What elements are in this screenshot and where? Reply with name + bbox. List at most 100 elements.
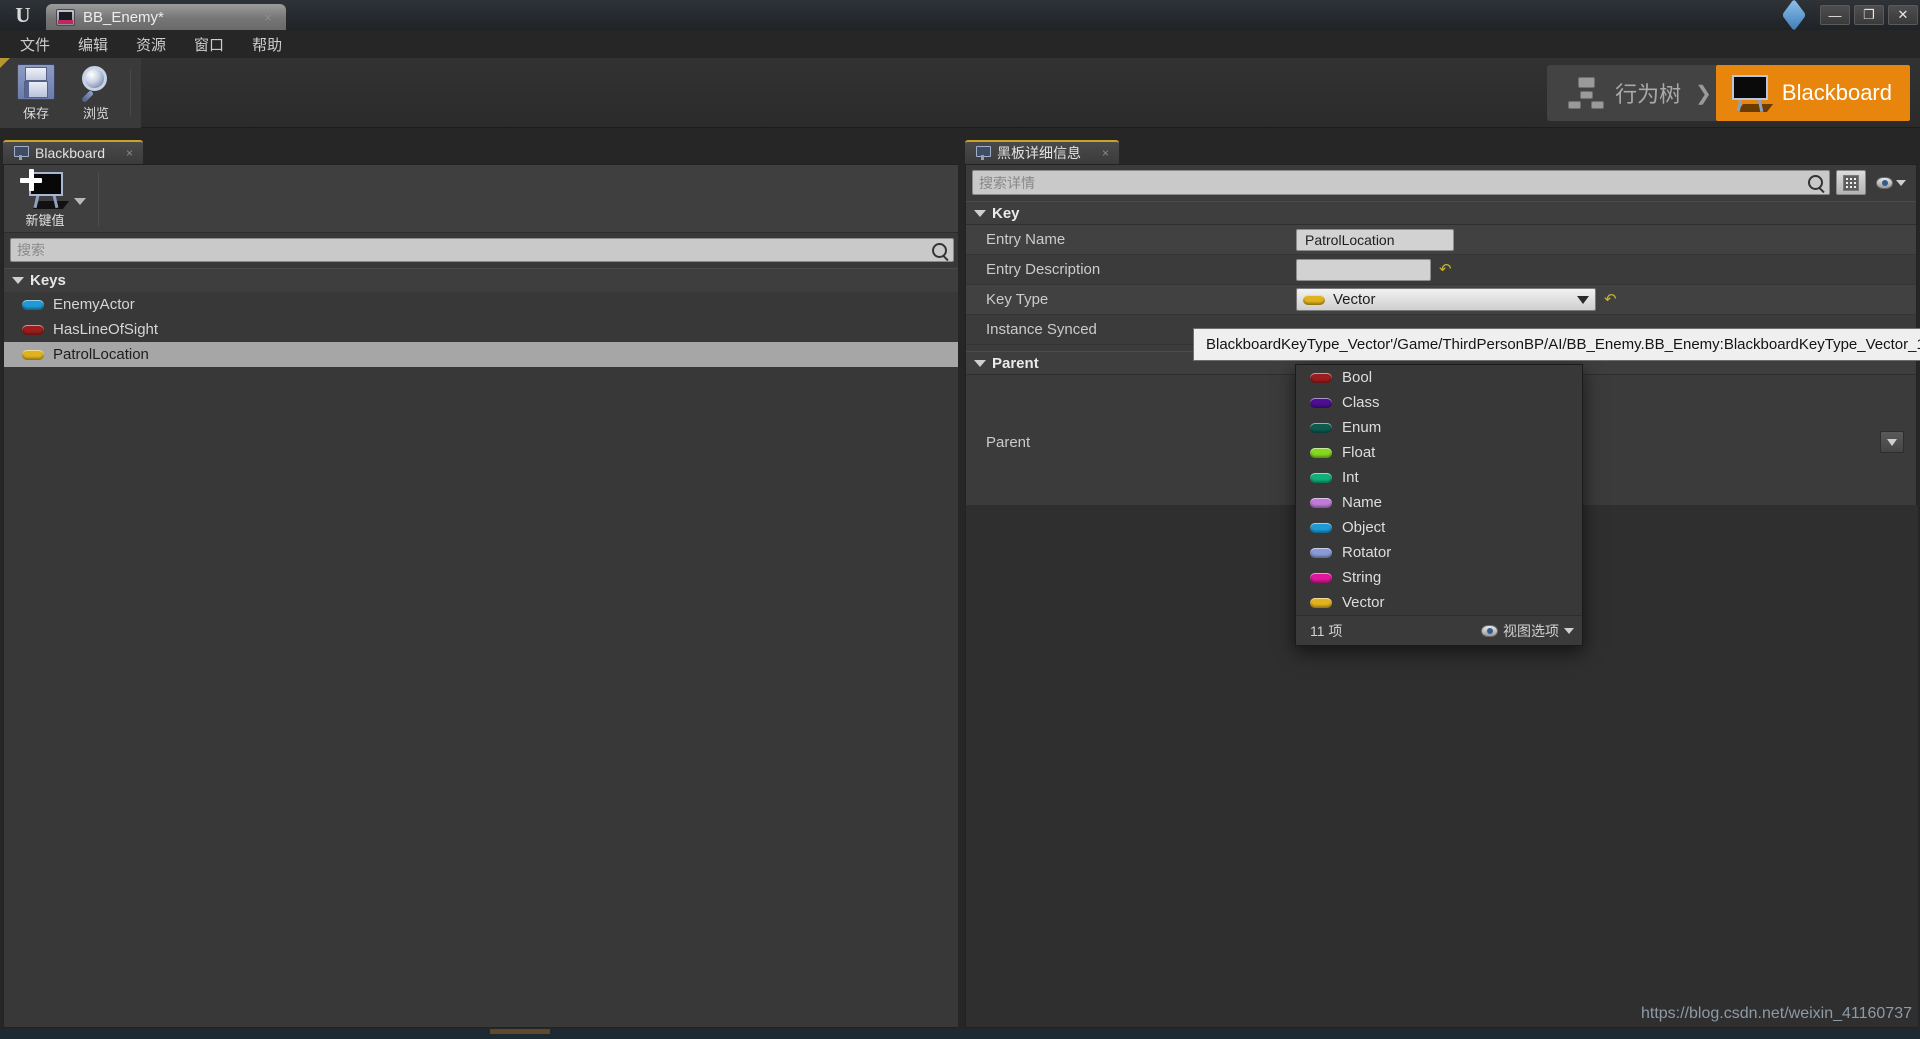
dropdown-item-count: 11 项: [1310, 622, 1343, 639]
title-bar-drag-area: [286, 0, 1784, 30]
dropdown-item-rotator[interactable]: Rotator: [1296, 540, 1582, 565]
section-header-key-label: Key: [992, 204, 1020, 222]
blackboard-panel-tabstrip: Blackboard ×: [3, 140, 961, 164]
breadcrumb-behavior-tree-label: 行为树: [1615, 82, 1682, 107]
parent-combobox-button[interactable]: [1880, 431, 1904, 453]
browse-button[interactable]: 浏览: [66, 61, 126, 125]
new-key-button[interactable]: 新键值: [18, 166, 72, 231]
dropdown-item-int[interactable]: Int: [1296, 465, 1582, 490]
menu-help[interactable]: 帮助: [238, 31, 296, 58]
eye-icon: [1481, 624, 1498, 637]
breadcrumb-behavior-tree[interactable]: 行为树: [1557, 65, 1691, 121]
minimize-button[interactable]: —: [1820, 5, 1850, 25]
blackboard-panel-body: 新键值 Keys EnemyActor HasLineOfSight: [3, 164, 961, 1028]
key-type-swatch: [22, 349, 44, 360]
chevron-down-icon: [1577, 295, 1589, 304]
key-type-value-label: Vector: [1333, 291, 1376, 308]
save-button[interactable]: 保存: [6, 61, 66, 125]
close-icon[interactable]: ×: [1102, 146, 1109, 160]
dropdown-item-label: Bool: [1342, 369, 1373, 386]
property-label: Entry Description: [986, 261, 1101, 278]
chevron-down-icon[interactable]: [74, 198, 86, 205]
close-button[interactable]: ✕: [1888, 5, 1918, 25]
key-type-swatch: [1310, 597, 1332, 608]
property-row-entry-name: Entry Name PatrolLocation: [966, 225, 1916, 255]
browse-button-label: 浏览: [82, 106, 109, 121]
key-type-swatch: [1310, 497, 1332, 508]
key-type-swatch: [1310, 422, 1332, 433]
breadcrumb: 行为树 ❯ Blackboard: [1547, 65, 1910, 121]
chevron-down-icon: [1896, 179, 1906, 186]
dropdown-item-enum[interactable]: Enum: [1296, 415, 1582, 440]
dropdown-item-vector[interactable]: Vector: [1296, 590, 1582, 615]
list-item-haslineofsight[interactable]: HasLineOfSight: [4, 317, 960, 342]
details-search-input[interactable]: [979, 174, 1808, 191]
dropdown-item-float[interactable]: Float: [1296, 440, 1582, 465]
maximize-button[interactable]: ❐: [1854, 5, 1884, 25]
key-type-combobox[interactable]: Vector: [1296, 288, 1596, 311]
triangle-expanded-icon: [974, 359, 986, 367]
chevron-down-icon: [1564, 627, 1574, 634]
details-search-box[interactable]: [972, 170, 1830, 195]
tab-blackboard-details[interactable]: 黑板详细信息 ×: [965, 140, 1120, 164]
key-type-swatch: [1310, 572, 1332, 583]
menu-window[interactable]: 窗口: [180, 31, 238, 58]
property-value: PatrolLocation: [1296, 228, 1916, 251]
dropdown-item-label: Class: [1342, 394, 1380, 411]
menu-bar: 文件 编辑 资源 窗口 帮助: [0, 30, 1920, 58]
save-button-label: 保存: [22, 106, 49, 121]
dropdown-item-bool[interactable]: Bool: [1296, 365, 1582, 390]
list-item-enemyactor[interactable]: EnemyActor: [4, 292, 960, 317]
tab-blackboard-label: Blackboard: [35, 145, 106, 161]
tab-blackboard-details-label: 黑板详细信息: [997, 145, 1081, 161]
keys-section-header[interactable]: Keys: [4, 268, 960, 292]
dropdown-item-class[interactable]: Class: [1296, 390, 1582, 415]
blackboard-asset-icon: [56, 8, 75, 26]
dropdown-item-label: Rotator: [1342, 544, 1392, 561]
key-search-row[interactable]: [10, 238, 954, 262]
status-bar-segment: [490, 1029, 550, 1034]
key-type-dropdown-menu: Bool Class Enum Float Int Name Object Ro…: [1295, 364, 1583, 646]
eye-icon: [1876, 176, 1893, 189]
revert-icon[interactable]: ↶: [1604, 291, 1618, 308]
tab-blackboard[interactable]: Blackboard ×: [3, 140, 144, 164]
dropdown-view-options-button[interactable]: 视图选项: [1481, 621, 1574, 641]
display-filter-button[interactable]: [1836, 170, 1866, 195]
property-value: Vector ↶: [1296, 288, 1916, 311]
keys-section-label: Keys: [30, 272, 66, 289]
breadcrumb-blackboard[interactable]: Blackboard: [1715, 65, 1910, 121]
document-tab-bb-enemy[interactable]: BB_Enemy* ×: [46, 4, 286, 30]
dropdown-item-label: Enum: [1342, 419, 1382, 436]
watermark-url: https://blog.csdn.net/weixin_41160737: [1640, 1005, 1912, 1022]
title-bar: U BB_Enemy* × — ❐ ✕: [0, 0, 1920, 32]
dropdown-item-label: Int: [1342, 469, 1359, 486]
toolbar-separator: [98, 171, 99, 226]
view-options-button[interactable]: [1872, 176, 1910, 189]
key-type-swatch: [22, 324, 44, 335]
menu-asset[interactable]: 资源: [122, 31, 180, 58]
dropdown-item-object[interactable]: Object: [1296, 515, 1582, 540]
new-key-button-label: 新键值: [25, 213, 65, 228]
key-type-swatch: [1310, 372, 1332, 383]
list-item-patrollocation[interactable]: PatrolLocation: [4, 342, 960, 367]
blackboard-icon: [1728, 74, 1774, 113]
revert-icon[interactable]: ↶: [1439, 261, 1453, 278]
document-tab-label: BB_Enemy*: [83, 8, 164, 26]
dropdown-view-options-label: 视图选项: [1503, 622, 1559, 639]
entry-description-field[interactable]: [1296, 258, 1431, 281]
key-search-input[interactable]: [17, 242, 932, 258]
close-icon[interactable]: ×: [126, 146, 133, 160]
triangle-expanded-icon: [12, 277, 24, 284]
dropdown-item-name[interactable]: Name: [1296, 490, 1582, 515]
menu-edit[interactable]: 编辑: [64, 31, 122, 58]
section-header-key[interactable]: Key: [966, 201, 1916, 225]
entry-name-field[interactable]: PatrolLocation: [1296, 228, 1454, 251]
close-icon[interactable]: ×: [264, 10, 272, 25]
search-icon: [1808, 175, 1823, 190]
dropdown-item-label: Float: [1342, 444, 1376, 461]
blackboard-tab-icon: [13, 146, 29, 160]
dropdown-item-string[interactable]: String: [1296, 565, 1582, 590]
menu-file[interactable]: 文件: [6, 31, 64, 58]
key-type-swatch: [1310, 472, 1332, 483]
unreal-marketplace-icon[interactable]: [1781, 0, 1807, 32]
